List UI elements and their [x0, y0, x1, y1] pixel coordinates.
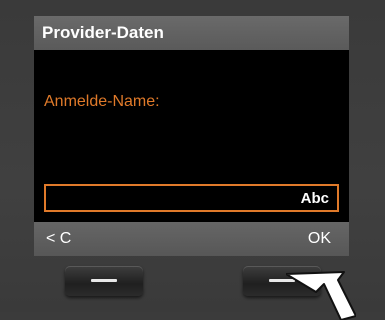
softkey-bar: < C OK — [34, 222, 349, 256]
arrow-pointer-icon — [286, 271, 356, 320]
left-softkey-button[interactable] — [65, 266, 143, 296]
softkey-left-label: < C — [46, 230, 72, 247]
dash-icon — [91, 279, 117, 282]
login-name-label: Anmelde-Name: — [44, 93, 160, 110]
softkey-right-label: OK — [307, 230, 331, 247]
login-name-input[interactable]: Abc — [44, 184, 339, 212]
screen-title: Provider-Daten — [34, 16, 349, 50]
phone-device: Provider-Daten Anmelde-Name: Abc < C OK — [0, 0, 385, 320]
input-mode-indicator: Abc — [300, 190, 329, 207]
display-screen: Provider-Daten Anmelde-Name: Abc < C OK — [34, 16, 349, 256]
